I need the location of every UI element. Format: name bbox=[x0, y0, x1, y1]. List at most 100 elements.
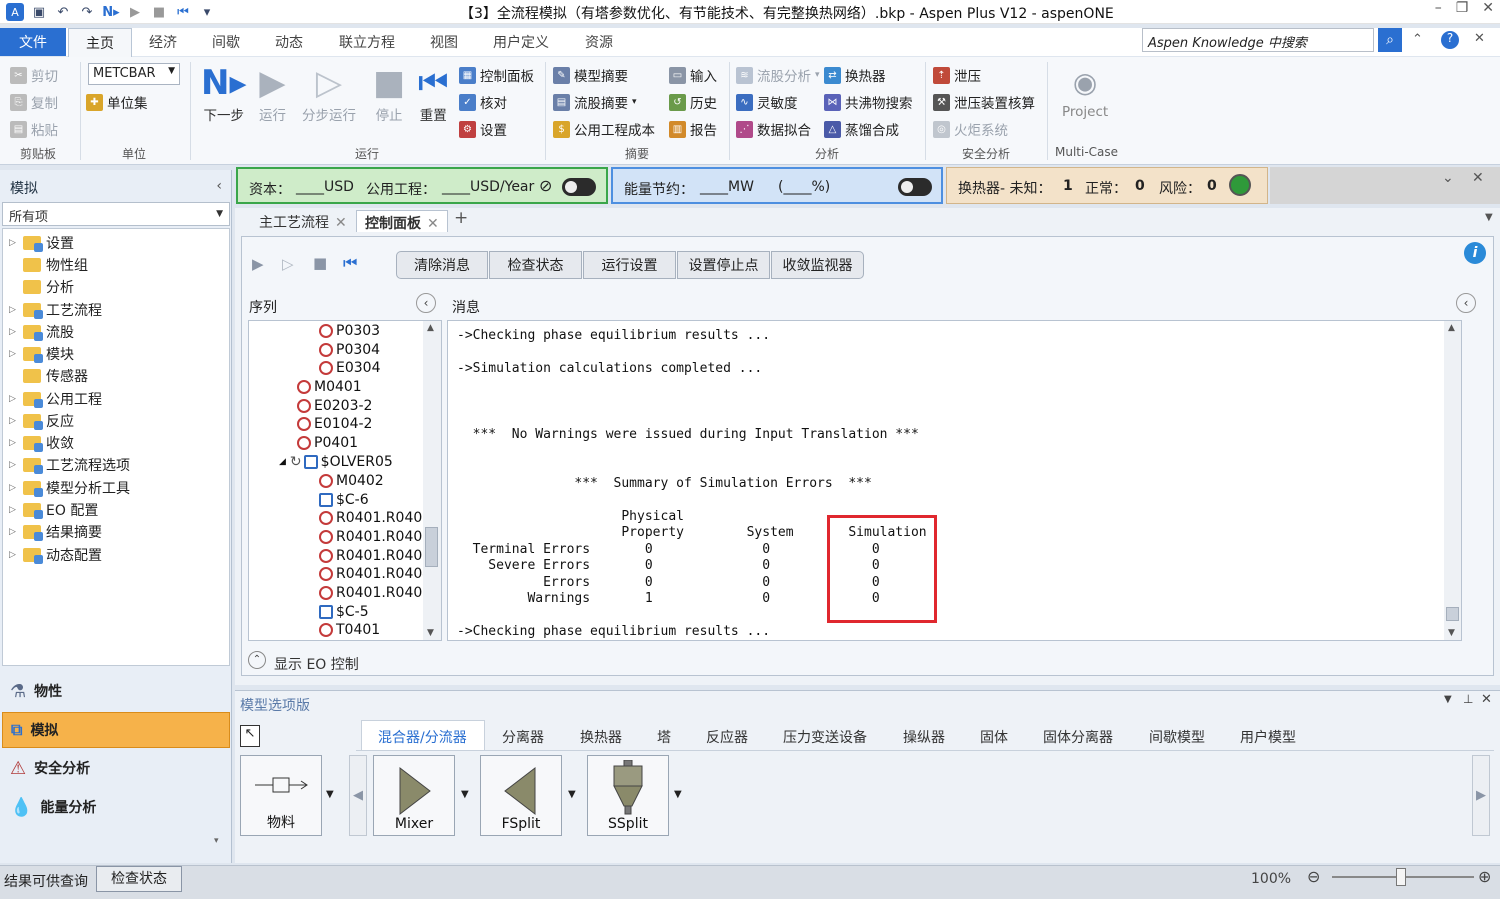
palette-tab-separators[interactable]: 分离器 bbox=[502, 727, 544, 747]
sequence-item[interactable]: R0401.R0403 bbox=[319, 548, 431, 564]
fsplit-dropdown-icon[interactable]: ▼ bbox=[568, 789, 576, 800]
stop-button[interactable]: ■ 停止 bbox=[373, 62, 405, 124]
heat-exchanger-analysis-button[interactable]: ⇄ 换热器 bbox=[824, 65, 886, 85]
zoom-slider-thumb[interactable] bbox=[1396, 868, 1406, 886]
sequence-item[interactable]: E0304 bbox=[319, 360, 380, 376]
tree-item-model-analysis-tools[interactable]: ▷ 模型分析工具 bbox=[9, 478, 130, 498]
reset-icon[interactable]: ⏮ bbox=[343, 253, 357, 273]
help-icon[interactable]: ? bbox=[1441, 31, 1459, 49]
scroll-down-icon[interactable]: ▼ bbox=[427, 628, 434, 638]
run-icon[interactable]: ▶ bbox=[126, 3, 144, 21]
tab-resources[interactable]: 资源 bbox=[585, 32, 613, 52]
palette-tab-user-models[interactable]: 用户模型 bbox=[1240, 727, 1296, 747]
energy-toggle[interactable] bbox=[898, 178, 932, 196]
expand-icon[interactable]: ▷ bbox=[9, 505, 23, 515]
expanded-icon[interactable]: ◢ bbox=[279, 457, 286, 467]
new-tab-icon[interactable]: + bbox=[454, 208, 468, 228]
scroll-thumb[interactable] bbox=[425, 527, 438, 567]
customize-icon[interactable]: ▾ bbox=[198, 3, 216, 21]
tab-main-flowsheet[interactable]: 主工艺流程 ✕ bbox=[251, 210, 355, 232]
close-bar-icon[interactable]: ✕ bbox=[1472, 170, 1484, 186]
tree-item-flowsheet-options[interactable]: ▷ 工艺流程选项 bbox=[9, 455, 130, 475]
tree-item-property-sets[interactable]: 物性组 bbox=[9, 255, 88, 275]
unit-set-select[interactable]: METCBAR ▼ bbox=[88, 63, 180, 85]
run-settings-button[interactable]: 运行设置 bbox=[583, 251, 676, 279]
next-button[interactable]: N▸ 下一步 bbox=[201, 62, 247, 124]
sequence-item[interactable]: E0104-2 bbox=[297, 416, 372, 432]
convergence-monitor-button[interactable]: 收敛监视器 bbox=[771, 251, 864, 279]
data-fit-button[interactable]: ⋰ 数据拟合 bbox=[736, 119, 811, 139]
tree-item-sensors[interactable]: 传感器 bbox=[9, 366, 88, 386]
tree-item-analysis[interactable]: 分析 bbox=[9, 277, 74, 297]
report-button[interactable]: ▥ 报告 bbox=[669, 119, 717, 139]
palette-tab-manipulators[interactable]: 操纵器 bbox=[903, 727, 945, 747]
undo-icon[interactable]: ↶ bbox=[54, 3, 72, 21]
check-button[interactable]: ✓ 核对 bbox=[459, 92, 507, 112]
sequence-item[interactable]: P0303 bbox=[319, 323, 380, 339]
palette-tab-mixers-splitters[interactable]: 混合器/分流器 bbox=[378, 727, 467, 747]
show-eo-control[interactable]: 显示 EO 控制 bbox=[274, 654, 359, 674]
run-icon[interactable]: ▶ bbox=[252, 255, 264, 273]
sequence-item[interactable]: P0401 bbox=[297, 435, 358, 451]
sequence-item[interactable]: E0203-2 bbox=[297, 398, 372, 414]
set-breakpoints-button[interactable]: 设置停止点 bbox=[677, 251, 770, 279]
tab-home[interactable]: 主页 bbox=[68, 28, 132, 57]
mixer-dropdown-icon[interactable]: ▼ bbox=[461, 789, 469, 800]
tree-item-flowsheet[interactable]: ▷ 工艺流程 bbox=[9, 300, 102, 320]
tree-item-results-summary[interactable]: ▷ 结果摘要 bbox=[9, 522, 102, 542]
tab-batch[interactable]: 间歇 bbox=[212, 32, 240, 52]
palette-tab-columns[interactable]: 塔 bbox=[657, 727, 671, 747]
tree-item-convergence[interactable]: ▷ 收敛 bbox=[9, 433, 74, 453]
tab-close-icon[interactable]: ✕ bbox=[335, 215, 347, 231]
nav-simulation[interactable]: ⧉ 模拟 bbox=[2, 712, 230, 748]
status-light-icon[interactable] bbox=[1229, 174, 1251, 196]
collapse-pane-icon[interactable]: ‹ bbox=[216, 178, 222, 194]
ssplit-tile[interactable]: SSplit bbox=[587, 755, 669, 836]
tab-close-icon[interactable]: ✕ bbox=[427, 216, 439, 232]
palette-tab-batch-models[interactable]: 间歇模型 bbox=[1149, 727, 1205, 747]
nav-more-icon[interactable]: ▾ bbox=[214, 836, 219, 846]
stop-icon[interactable]: ■ bbox=[150, 3, 168, 21]
scroll-thumb[interactable] bbox=[1446, 607, 1459, 621]
sequence-item[interactable]: T0401 bbox=[319, 622, 380, 638]
sequence-item[interactable]: P0304 bbox=[319, 342, 380, 358]
expand-icon[interactable]: ▷ bbox=[9, 438, 23, 448]
redo-icon[interactable]: ↷ bbox=[78, 3, 96, 21]
expand-icon[interactable]: ▷ bbox=[9, 550, 23, 560]
collapse-ribbon-icon[interactable]: ⌃ bbox=[1412, 32, 1423, 47]
sequence-item[interactable]: R0401.R0402 bbox=[319, 529, 431, 545]
reset-button[interactable]: ⏮ 重置 bbox=[418, 62, 449, 124]
info-icon[interactable]: i bbox=[1464, 242, 1486, 264]
tab-list-icon[interactable]: ▼ bbox=[1485, 212, 1493, 223]
tab-control-panel[interactable]: 控制面板 ✕ bbox=[356, 210, 448, 232]
run-button[interactable]: ▶ 运行 bbox=[259, 62, 286, 124]
sequence-item[interactable]: R0401.R0401 bbox=[319, 510, 431, 526]
step-run-button[interactable]: ▷ 分步运行 bbox=[302, 62, 356, 124]
nav-energy-analysis[interactable]: 💧 能量分析 bbox=[2, 789, 230, 825]
palette-tab-exchangers[interactable]: 换热器 bbox=[580, 727, 622, 747]
expand-icon[interactable]: ▷ bbox=[9, 416, 23, 426]
input-button[interactable]: ▭ 输入 bbox=[669, 65, 717, 85]
scroll-up-icon[interactable]: ▲ bbox=[1448, 323, 1455, 333]
flare-system-button[interactable]: ◎ 火炬系统 bbox=[933, 119, 1008, 139]
nav-filter-select[interactable]: 所有项 ▼ bbox=[2, 202, 230, 226]
expand-icon[interactable]: ▷ bbox=[9, 305, 23, 315]
pin-icon[interactable]: ⊥ bbox=[1463, 692, 1473, 706]
tab-economics[interactable]: 经济 bbox=[149, 32, 177, 52]
tab-customize[interactable]: 用户定义 bbox=[493, 32, 549, 52]
close-icon[interactable]: ✕ bbox=[1482, 0, 1494, 16]
zoom-in-icon[interactable]: ⊕ bbox=[1478, 867, 1491, 886]
tab-file[interactable]: 文件 bbox=[0, 28, 66, 56]
tree-item-blocks[interactable]: ▷ 模块 bbox=[9, 344, 74, 364]
expand-icon[interactable]: ▷ bbox=[9, 483, 23, 493]
stop-icon[interactable]: ■ bbox=[313, 254, 327, 272]
palette-scroll-right-icon[interactable]: ▶ bbox=[1472, 755, 1490, 836]
sequence-item[interactable]: R0401.R0405 bbox=[319, 585, 431, 601]
tree-item-utilities[interactable]: ▷ 公用工程 bbox=[9, 389, 102, 409]
sequence-item[interactable]: R0401.R0404 bbox=[319, 566, 431, 582]
search-icon[interactable]: ⌕ bbox=[1378, 28, 1402, 52]
zoom-out-icon[interactable]: ⊖ bbox=[1307, 867, 1320, 886]
knowledge-search-input[interactable]: Aspen Knowledge 中搜索 bbox=[1142, 28, 1374, 52]
tab-dynamics[interactable]: 动态 bbox=[275, 32, 303, 52]
ribbon-close-icon[interactable]: ✕ bbox=[1474, 31, 1485, 46]
